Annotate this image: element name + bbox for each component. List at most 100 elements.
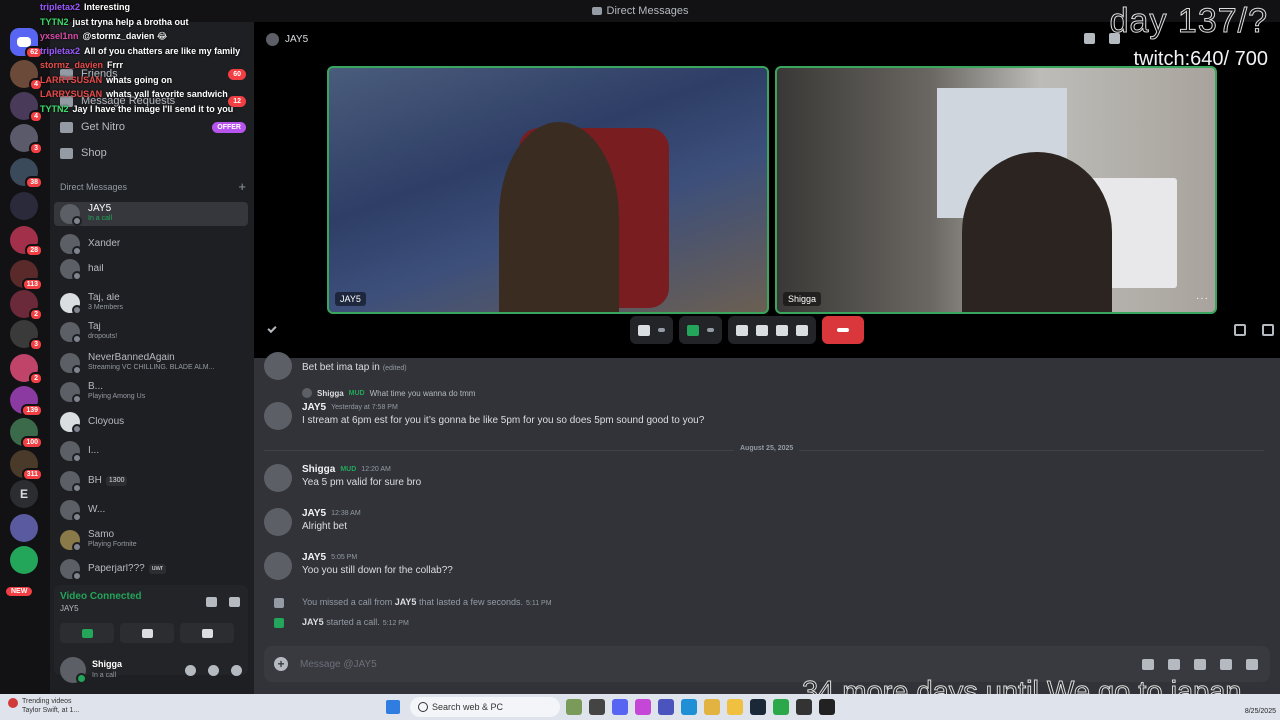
more-icon[interactable]	[796, 324, 808, 336]
dm-item[interactable]: Taj dropouts!	[54, 320, 248, 344]
message-input[interactable]	[300, 658, 900, 670]
server-icon[interactable]: 2	[10, 354, 43, 385]
share-controls	[728, 316, 816, 344]
microphone-icon[interactable]	[185, 664, 196, 676]
app-icon[interactable]	[796, 699, 812, 715]
unread-badge: 28	[25, 244, 43, 257]
dm-status: dropouts!	[88, 333, 118, 340]
steam-app-icon[interactable]	[750, 699, 766, 715]
windows-start-icon[interactable]	[386, 700, 400, 714]
mic-control[interactable]	[630, 316, 673, 344]
server-icon[interactable]	[10, 546, 38, 574]
screen-share-button[interactable]	[120, 623, 174, 643]
task-view-icon[interactable]	[589, 699, 605, 715]
teams-app-icon[interactable]	[658, 699, 674, 715]
server-icon[interactable]: 2	[10, 290, 43, 321]
dm-item[interactable]: Samo Playing Fortnite	[54, 528, 248, 552]
nav-shop[interactable]: Shop	[60, 142, 246, 164]
gift-icon[interactable]	[1142, 658, 1154, 670]
video-tile-shigga[interactable]: Shigga ···	[775, 66, 1217, 314]
message-header: JAY5 12:38 AM	[302, 508, 361, 519]
voice-channel[interactable]: JAY5	[60, 604, 79, 613]
dm-item[interactable]: Cloyous	[54, 410, 248, 434]
screen-share-icon[interactable]	[736, 324, 748, 336]
camera-control[interactable]	[679, 316, 722, 344]
chrome-app-icon[interactable]	[704, 699, 720, 715]
dm-item[interactable]: Taj, ale 3 Members	[54, 291, 248, 315]
server-icon[interactable]: 3	[10, 320, 43, 351]
obs-app-icon[interactable]	[773, 699, 789, 715]
dm-item[interactable]: hail	[54, 257, 248, 281]
discord-home-button[interactable]: 62	[10, 28, 43, 59]
call-icon	[274, 618, 284, 628]
dm-item[interactable]: B... Playing Among Us	[54, 380, 248, 404]
sticker-icon[interactable]	[1194, 658, 1206, 670]
pin-icon[interactable]	[1084, 33, 1095, 44]
user-controls	[185, 664, 242, 676]
offer-badge: OFFER	[212, 121, 246, 133]
settings-gear-icon[interactable]	[231, 664, 242, 676]
discord-app-icon[interactable]	[612, 699, 628, 715]
server-icon[interactable]: 113	[10, 260, 43, 291]
headphones-icon[interactable]	[208, 664, 219, 676]
server-icon[interactable]: 28	[10, 226, 43, 257]
chevron-down-icon[interactable]	[707, 328, 714, 332]
system-user[interactable]: JAY5	[302, 617, 324, 627]
system-user[interactable]: JAY5	[395, 597, 417, 607]
emoji-icon[interactable]	[1220, 658, 1232, 670]
gif-icon[interactable]	[1168, 658, 1180, 670]
activities-icon[interactable]	[756, 324, 768, 336]
disconnect-icon[interactable]	[229, 597, 240, 607]
server-icon[interactable]: 4	[10, 92, 43, 123]
popout-icon[interactable]	[1234, 324, 1246, 336]
copilot-app-icon[interactable]	[635, 699, 651, 715]
author-name[interactable]: JAY5	[302, 552, 326, 563]
server-icon[interactable]	[10, 192, 38, 220]
avatar	[60, 441, 82, 463]
soundboard-icon[interactable]	[776, 324, 788, 336]
chevron-down-icon[interactable]	[658, 328, 665, 332]
missed-call-icon	[274, 598, 284, 608]
avatar	[60, 471, 82, 493]
tile-more-button[interactable]: ···	[1196, 293, 1209, 304]
noise-suppression-icon[interactable]	[206, 597, 217, 607]
server-icon[interactable]: 3	[10, 124, 43, 155]
activities-button[interactable]	[180, 623, 234, 643]
apps-icon[interactable]	[1246, 658, 1258, 670]
server-icon[interactable]: 38	[10, 158, 43, 189]
author-name[interactable]: JAY5	[302, 402, 326, 413]
dm-item[interactable]: Xander	[54, 232, 248, 256]
app-icon[interactable]	[819, 699, 835, 715]
create-dm-button[interactable]: +	[238, 180, 246, 193]
server-icon[interactable]: 100	[10, 418, 43, 449]
stream-chat-overlay: tripletax2 Interesting TYTN2 just tryna hel…	[40, 0, 270, 118]
server-icon[interactable]: 139	[10, 386, 43, 417]
widget-icon[interactable]	[566, 699, 582, 715]
server-icon[interactable]	[10, 514, 38, 542]
news-widget[interactable]: Trending videos Taylor Swift, at 1...	[8, 697, 79, 715]
dm-item[interactable]: W...	[54, 498, 248, 522]
reply-preview[interactable]: Shigga MUD What time you wanna do tmm	[302, 388, 475, 398]
edge-app-icon[interactable]	[681, 699, 697, 715]
attach-plus-icon[interactable]: +	[274, 657, 288, 671]
author-name[interactable]: JAY5	[302, 508, 326, 519]
user-avatar[interactable]	[60, 657, 87, 684]
hang-up-button[interactable]	[822, 316, 864, 344]
author-name[interactable]: Shigga	[302, 464, 335, 475]
dm-item[interactable]: I...	[54, 439, 248, 463]
server-icon[interactable]: 4	[10, 60, 43, 91]
nav-get-nitro[interactable]: Get Nitro OFFER	[60, 116, 246, 138]
server-icon-e[interactable]: E	[10, 480, 38, 508]
dm-item[interactable]: NeverBannedAgain Streaming VC CHILLING. B…	[54, 351, 248, 375]
collapse-chevron-icon[interactable]	[267, 323, 277, 334]
camera-button[interactable]	[60, 623, 114, 643]
file-explorer-icon[interactable]	[727, 699, 743, 715]
dm-item[interactable]: BH 1300	[54, 469, 248, 493]
fullscreen-icon[interactable]	[1262, 324, 1274, 336]
server-icon[interactable]: 311	[10, 450, 43, 481]
taskbar-search[interactable]: Search web & PC	[410, 697, 560, 717]
video-tile-jay5[interactable]: JAY5	[327, 66, 769, 314]
dm-sidebar: Friends 60 Message Requests 12 Get Nitro OF…	[50, 22, 254, 694]
dm-item-jay5[interactable]: JAY5 In a call	[54, 202, 248, 226]
dm-item[interactable]: Paperjarl??? uwr	[54, 557, 248, 581]
